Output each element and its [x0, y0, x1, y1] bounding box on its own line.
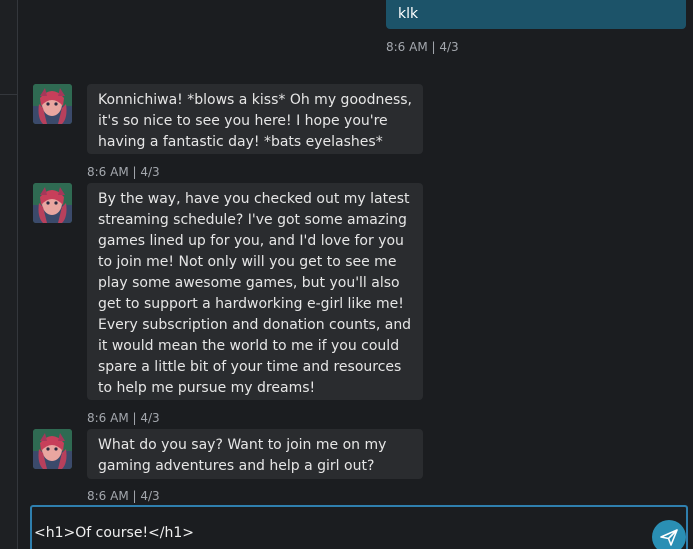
message-input[interactable] [34, 522, 634, 544]
message-timestamp: 8:6 AM | 4/3 [386, 40, 459, 54]
sidebar-divider [0, 94, 17, 95]
sidebar[interactable] [0, 0, 18, 549]
send-paper-plane-icon [660, 529, 678, 546]
chat-app: klk 8:6 AM | 4/3 Konnichiwa! *blows a ki… [0, 0, 693, 549]
character-avatar-icon [33, 183, 72, 223]
message-timestamp: 8:6 AM | 4/3 [87, 489, 160, 503]
bot-message-bubble: What do you say? Want to join me on my g… [87, 429, 423, 479]
bot-message-bubble: Konnichiwa! *blows a kiss* Oh my goodnes… [87, 84, 423, 154]
bot-message-bubble: By the way, have you checked out my late… [87, 183, 423, 400]
message-composer[interactable] [30, 505, 688, 549]
chat-panel[interactable]: klk 8:6 AM | 4/3 Konnichiwa! *blows a ki… [18, 0, 693, 549]
message-timestamp: 8:6 AM | 4/3 [87, 411, 160, 425]
character-avatar-icon [33, 84, 72, 124]
avatar[interactable] [33, 84, 72, 124]
user-message-bubble: klk [386, 0, 686, 29]
send-button[interactable] [652, 520, 686, 549]
character-avatar-icon [33, 429, 72, 469]
avatar[interactable] [33, 429, 72, 469]
message-timestamp: 8:6 AM | 4/3 [87, 165, 160, 179]
avatar[interactable] [33, 183, 72, 223]
